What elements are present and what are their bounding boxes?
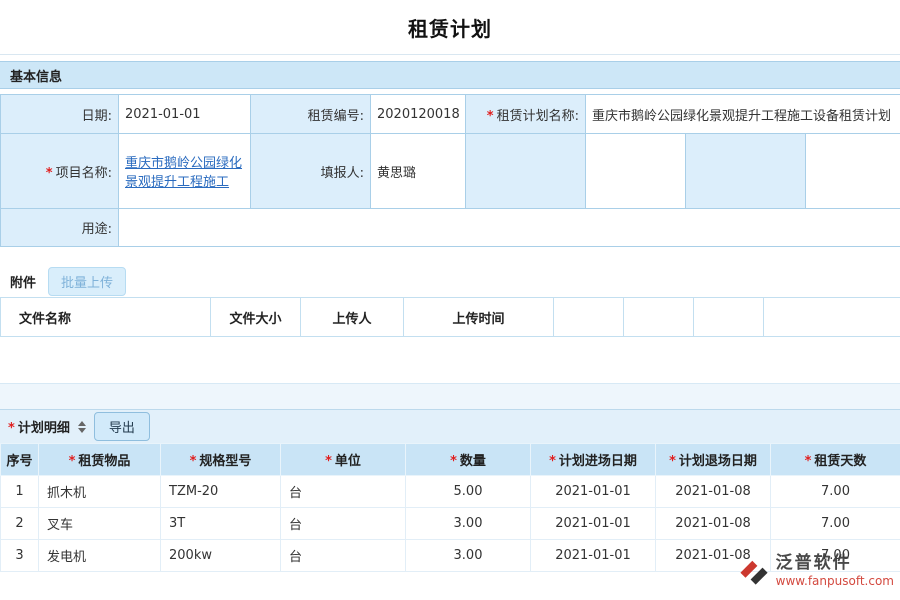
- project-value-cell: 重庆市鹅岭公园绿化景观提升工程施工: [119, 134, 251, 209]
- purpose-label: 用途:: [1, 209, 119, 247]
- detail-col-quantity: *数量: [406, 444, 531, 476]
- cell-index: 2: [1, 508, 39, 540]
- purpose-value: [119, 209, 900, 247]
- attachments-table: 文件名称 文件大小 上传人 上传时间: [0, 297, 900, 337]
- fanpu-logo-icon: [737, 554, 771, 588]
- watermark-brand: 泛普软件: [776, 553, 894, 573]
- empty-value-cell: [586, 134, 686, 209]
- plan-details-title: *计划明细: [8, 417, 70, 436]
- export-button[interactable]: 导出: [94, 412, 150, 441]
- cell-rental-days: 7.00: [771, 508, 900, 540]
- title-bar: 租赁计划: [0, 0, 900, 55]
- project-label: *项目名称:: [1, 134, 119, 209]
- attach-col-uploader: 上传人: [301, 298, 404, 337]
- cell-unit: 台: [281, 508, 406, 540]
- required-mark: *: [46, 166, 53, 181]
- cell-item: 抓木机: [39, 476, 161, 508]
- attachments-empty-area: [0, 337, 900, 383]
- cell-entry-date: 2021-01-01: [531, 540, 656, 572]
- required-mark: *: [487, 109, 494, 124]
- cell-entry-date: 2021-01-01: [531, 476, 656, 508]
- cell-quantity: 3.00: [406, 540, 531, 572]
- cell-spec: 3T: [161, 508, 281, 540]
- detail-col-unit: *单位: [281, 444, 406, 476]
- attachments-title: 附件: [10, 272, 36, 291]
- attach-col-empty: [694, 298, 764, 337]
- sort-asc-icon: [78, 421, 86, 426]
- cell-item: 发电机: [39, 540, 161, 572]
- required-mark: *: [190, 454, 197, 469]
- cell-item: 叉车: [39, 508, 161, 540]
- basic-info-title: 基本信息: [10, 66, 62, 85]
- watermark-text: 泛普软件 www.fanpusoft.com: [776, 553, 894, 588]
- rental-no-label: 租赁编号:: [251, 95, 371, 134]
- rental-no-value: 2020120018: [371, 95, 466, 134]
- page-title: 租赁计划: [408, 13, 492, 42]
- cell-quantity: 5.00: [406, 476, 531, 508]
- reporter-value: 黄思璐: [371, 134, 466, 209]
- detail-header-row: 序号 *租赁物品 *规格型号 *单位 *数量 *计划进场日期 *计划退场日期 *…: [1, 444, 900, 476]
- sort-icon[interactable]: [78, 421, 86, 433]
- attach-col-empty: [554, 298, 624, 337]
- basic-info-section-header: 基本信息: [0, 61, 900, 89]
- reporter-label: 填报人:: [251, 134, 371, 209]
- required-mark: *: [69, 454, 76, 469]
- required-mark: *: [325, 454, 332, 469]
- watermark: 泛普软件 www.fanpusoft.com: [737, 553, 894, 588]
- attachments-header-row: 文件名称 文件大小 上传人 上传时间: [1, 298, 900, 337]
- required-mark: *: [669, 454, 676, 469]
- cell-spec: 200kw: [161, 540, 281, 572]
- form-row-1: 日期: 2021-01-01 租赁编号: 2020120018 *租赁计划名称:…: [1, 95, 900, 134]
- detail-col-item: *租赁物品: [39, 444, 161, 476]
- attach-col-empty: [764, 298, 900, 337]
- cell-exit-date: 2021-01-08: [656, 508, 771, 540]
- cell-index: 1: [1, 476, 39, 508]
- attach-col-filesize: 文件大小: [211, 298, 301, 337]
- watermark-url: www.fanpusoft.com: [776, 574, 894, 588]
- cell-index: 3: [1, 540, 39, 572]
- table-row: 2 叉车 3T 台 3.00 2021-01-01 2021-01-08 7.0…: [1, 508, 900, 540]
- empty-label-cell: [466, 134, 586, 209]
- empty-label-cell: [686, 134, 806, 209]
- attach-col-filename: 文件名称: [1, 298, 211, 337]
- plan-details-section-header: *计划明细 导出: [0, 409, 900, 443]
- cell-quantity: 3.00: [406, 508, 531, 540]
- date-label: 日期:: [1, 95, 119, 134]
- cell-unit: 台: [281, 540, 406, 572]
- batch-upload-button[interactable]: 批量上传: [48, 267, 126, 296]
- detail-col-exit-date: *计划退场日期: [656, 444, 771, 476]
- detail-col-index: 序号: [1, 444, 39, 476]
- form-row-2: *项目名称: 重庆市鹅岭公园绿化景观提升工程施工 填报人: 黄思璐: [1, 134, 900, 209]
- project-name-link[interactable]: 重庆市鹅岭公园绿化景观提升工程施工: [125, 156, 242, 190]
- cell-entry-date: 2021-01-01: [531, 508, 656, 540]
- detail-col-entry-date: *计划进场日期: [531, 444, 656, 476]
- date-value: 2021-01-01: [119, 95, 251, 134]
- cell-unit: 台: [281, 476, 406, 508]
- section-divider: [0, 383, 900, 409]
- table-row: 1 抓木机 TZM-20 台 5.00 2021-01-01 2021-01-0…: [1, 476, 900, 508]
- plan-name-value: 重庆市鹅岭公园绿化景观提升工程施工设备租赁计划: [586, 95, 900, 134]
- cell-rental-days: 7.00: [771, 476, 900, 508]
- empty-value-cell: [806, 134, 900, 209]
- attachments-section-header: 附件 批量上传: [0, 265, 900, 297]
- required-mark: *: [8, 421, 15, 436]
- detail-col-rental-days: *租赁天数: [771, 444, 900, 476]
- basic-info-table: 日期: 2021-01-01 租赁编号: 2020120018 *租赁计划名称:…: [0, 94, 900, 247]
- form-row-3: 用途:: [1, 209, 900, 247]
- cell-spec: TZM-20: [161, 476, 281, 508]
- cell-exit-date: 2021-01-08: [656, 476, 771, 508]
- required-mark: *: [450, 454, 457, 469]
- required-mark: *: [549, 454, 556, 469]
- detail-col-spec: *规格型号: [161, 444, 281, 476]
- sort-desc-icon: [78, 428, 86, 433]
- plan-name-label: *租赁计划名称:: [466, 95, 586, 134]
- attach-col-empty: [624, 298, 694, 337]
- required-mark: *: [805, 454, 812, 469]
- attach-col-uploadtime: 上传时间: [404, 298, 554, 337]
